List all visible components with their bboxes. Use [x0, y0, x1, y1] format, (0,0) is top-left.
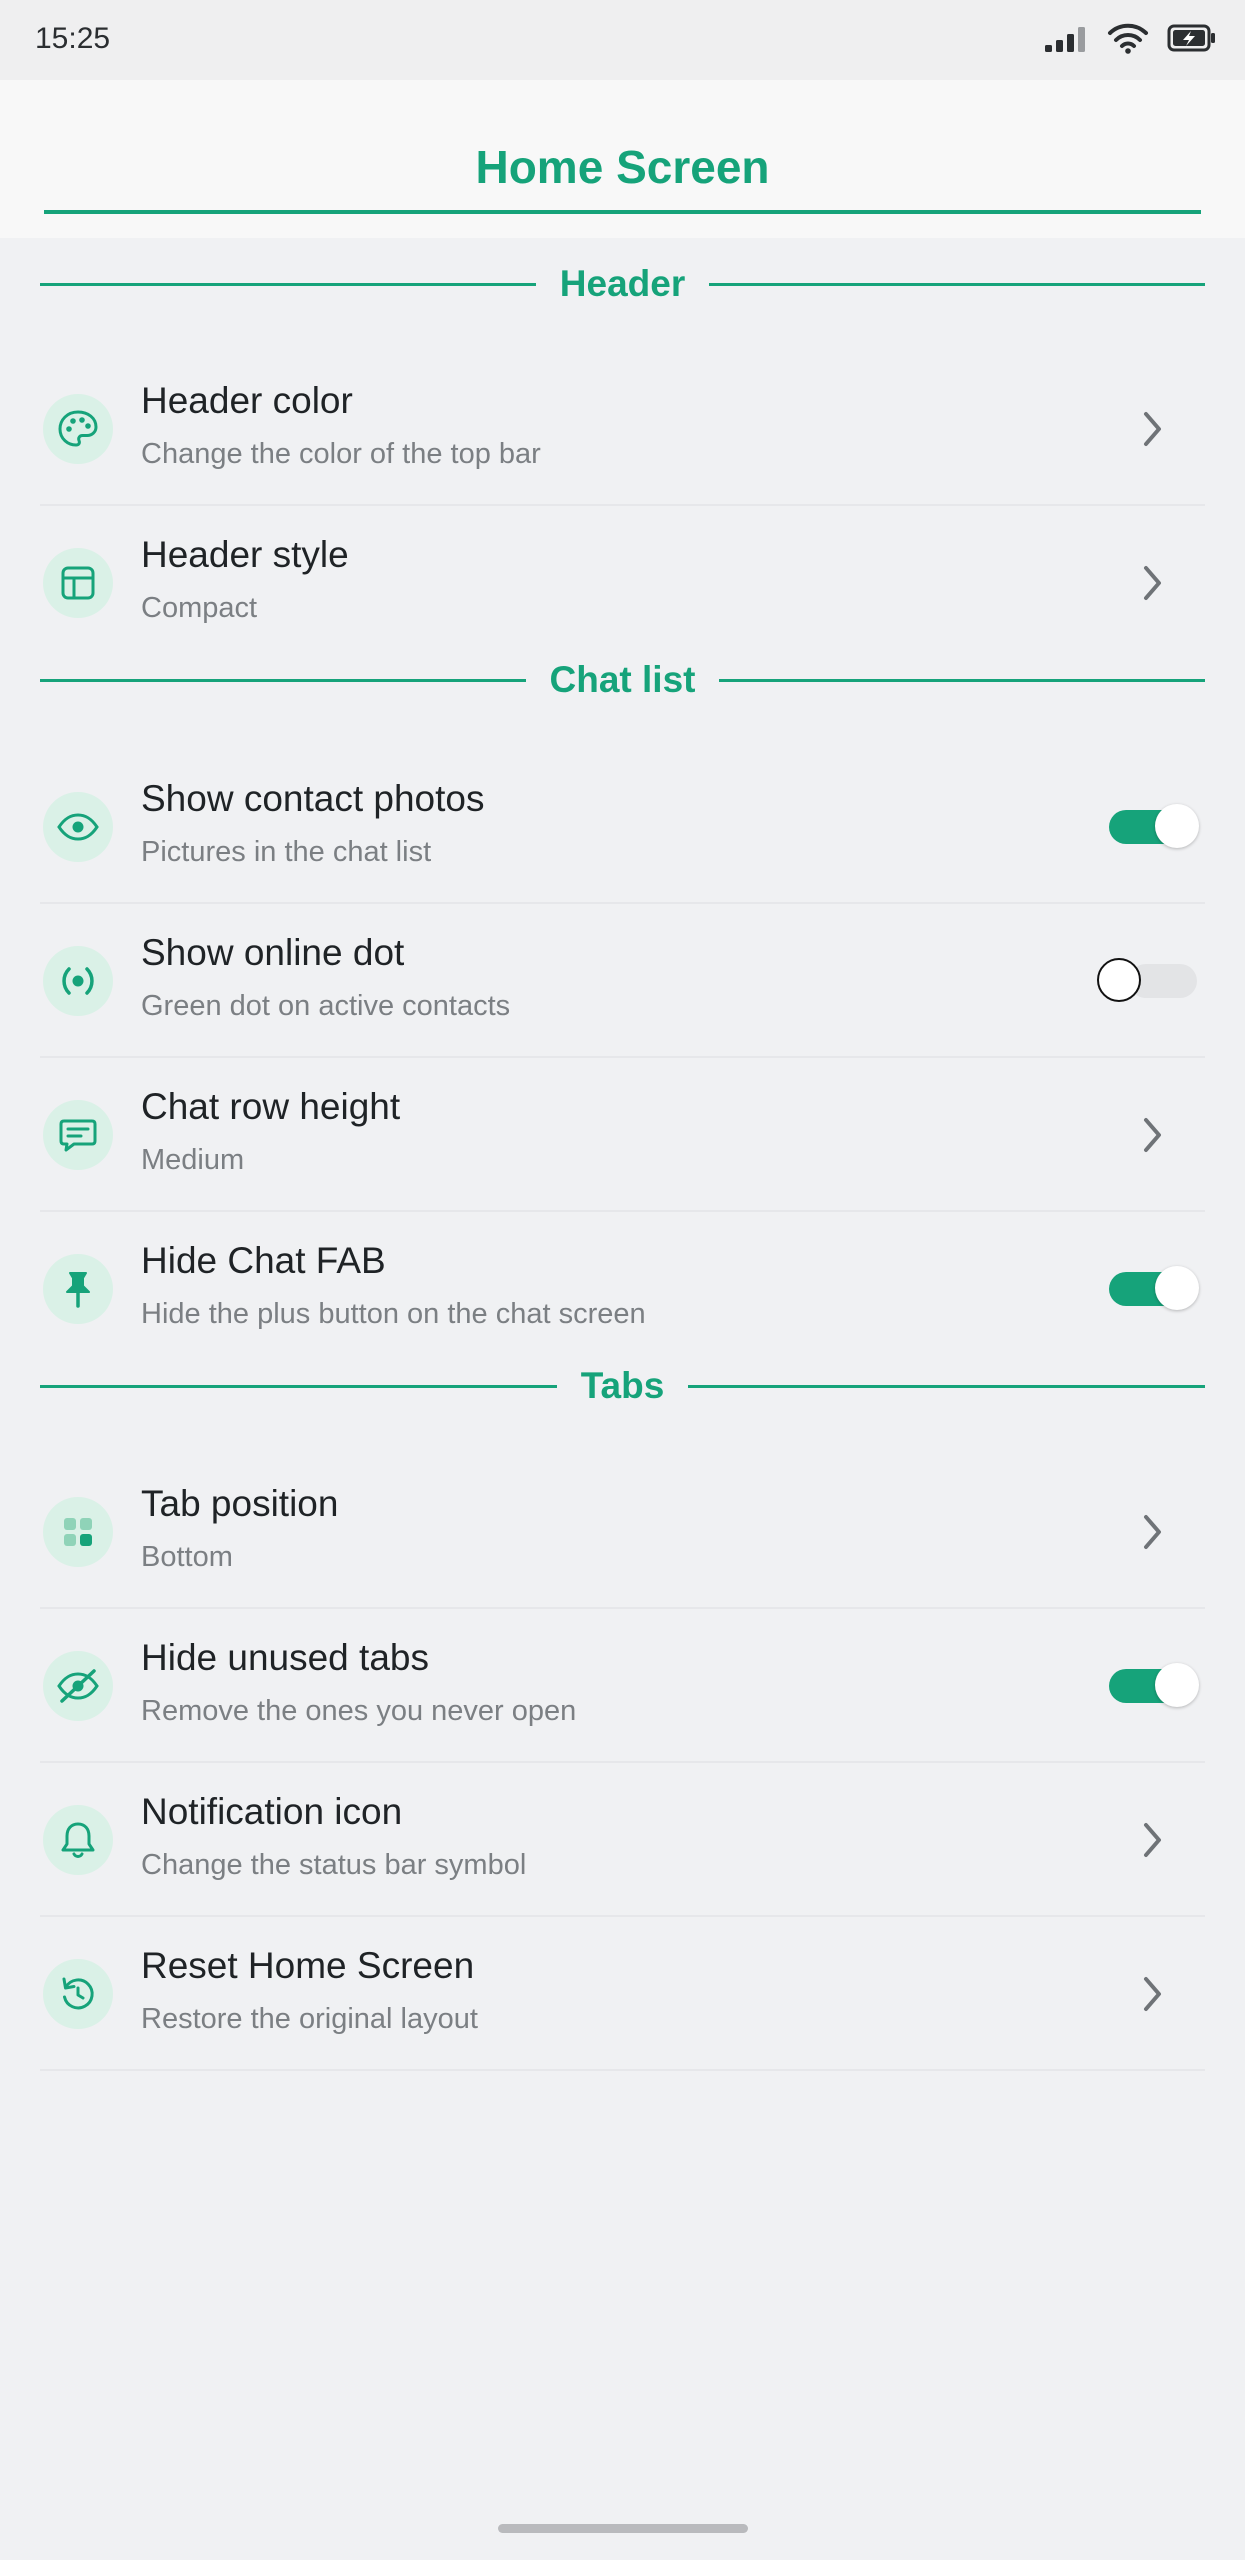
home-indicator[interactable]: [498, 2524, 748, 2533]
section-divider: [688, 1384, 1205, 1388]
setting-row-header-color[interactable]: Header color Change the color of the top…: [40, 352, 1205, 506]
wifi-icon: [1107, 22, 1149, 59]
battery-charging-icon: [1167, 23, 1217, 58]
section-divider: [40, 678, 526, 682]
signal-icon: [1043, 23, 1089, 58]
chevron-right-icon: [1127, 1507, 1177, 1557]
section-divider: [40, 282, 536, 286]
section-divider: [719, 678, 1205, 682]
setting-row-notification-icon[interactable]: Notification icon Change the status bar …: [40, 1763, 1205, 1917]
section-divider: [709, 282, 1206, 286]
row-title: Header color: [141, 380, 353, 421]
toggle-switch[interactable]: [1109, 1663, 1199, 1707]
status-bar: 15:25: [0, 0, 1245, 80]
grid-icon: [43, 1497, 113, 1567]
setting-row-show-contact-photos[interactable]: Show contact photos Pictures in the chat…: [40, 750, 1205, 904]
row-subtitle: Bottom: [141, 1541, 233, 1573]
row-subtitle: Restore the original layout: [141, 2003, 478, 2035]
row-subtitle: Compact: [141, 592, 258, 624]
setting-row-header-style[interactable]: Header style Compact: [40, 506, 1205, 660]
section-label: Header: [559, 263, 686, 304]
section-header-header: Header: [40, 256, 1206, 312]
section-label: Tabs: [580, 1365, 665, 1406]
setting-row-tab-position[interactable]: Tab position Bottom: [40, 1455, 1205, 1609]
chevron-right-icon: [1127, 558, 1177, 608]
setting-row-hide-unused-tabs[interactable]: Hide unused tabs Remove the ones you nev…: [40, 1609, 1205, 1763]
chat-bubble-icon: [43, 1100, 113, 1170]
page-title: Home Screen: [475, 141, 770, 193]
row-subtitle: Change the color of the top bar: [141, 438, 541, 470]
online-dot-icon: [43, 946, 113, 1016]
setting-row-show-online-dot[interactable]: Show online dot Green dot on active cont…: [40, 904, 1205, 1058]
row-subtitle: Medium: [141, 1144, 245, 1176]
status-icons: [1043, 18, 1217, 62]
toggle-knob: [1155, 1663, 1199, 1707]
chevron-right-icon: [1127, 1969, 1177, 2019]
reset-icon: [43, 1959, 113, 2029]
row-title: Hide Chat FAB: [141, 1240, 386, 1281]
palette-icon: [43, 394, 113, 464]
row-title: Header style: [141, 534, 349, 575]
chevron-right-icon: [1127, 1815, 1177, 1865]
status-time: 15:25: [35, 22, 111, 55]
row-title: Show online dot: [141, 932, 405, 973]
eye-off-icon: [43, 1651, 113, 1721]
chevron-right-icon: [1127, 1110, 1177, 1160]
section-header-chat-list: Chat list: [40, 652, 1205, 708]
row-title: Chat row height: [141, 1086, 401, 1127]
toggle-knob: [1097, 958, 1141, 1002]
bell-icon: [43, 1805, 113, 1875]
toggle-knob: [1155, 804, 1199, 848]
toggle-knob: [1155, 1266, 1199, 1310]
setting-row-chat-row-height[interactable]: Chat row height Medium: [40, 1058, 1205, 1212]
setting-row-hide-chat-fab[interactable]: Hide Chat FAB Hide the plus button on th…: [40, 1212, 1205, 1366]
app-header: Home Screen: [0, 80, 1245, 238]
layout-icon: [43, 548, 113, 618]
row-subtitle: Remove the ones you never open: [141, 1695, 577, 1727]
toggle-switch[interactable]: [1097, 958, 1197, 1002]
chevron-right-icon: [1127, 404, 1177, 454]
row-subtitle: Hide the plus button on the chat screen: [141, 1298, 646, 1330]
title-underline: [44, 210, 1201, 214]
row-title: Notification icon: [141, 1791, 403, 1832]
row-subtitle: Pictures in the chat list: [141, 836, 432, 868]
toggle-switch[interactable]: [1109, 804, 1199, 848]
row-title: Hide unused tabs: [141, 1637, 429, 1678]
setting-row-reset-home-screen[interactable]: Reset Home Screen Restore the original l…: [40, 1917, 1205, 2071]
section-label: Chat list: [549, 659, 696, 700]
pin-icon: [43, 1254, 113, 1324]
section-divider: [40, 1384, 557, 1388]
eye-icon: [43, 792, 113, 862]
row-title: Tab position: [141, 1483, 339, 1524]
row-title: Reset Home Screen: [141, 1945, 475, 1986]
row-title: Show contact photos: [141, 778, 485, 819]
section-header-tabs: Tabs: [40, 1358, 1205, 1414]
row-subtitle: Change the status bar symbol: [141, 1849, 527, 1881]
toggle-switch[interactable]: [1109, 1266, 1199, 1310]
row-subtitle: Green dot on active contacts: [141, 990, 511, 1022]
